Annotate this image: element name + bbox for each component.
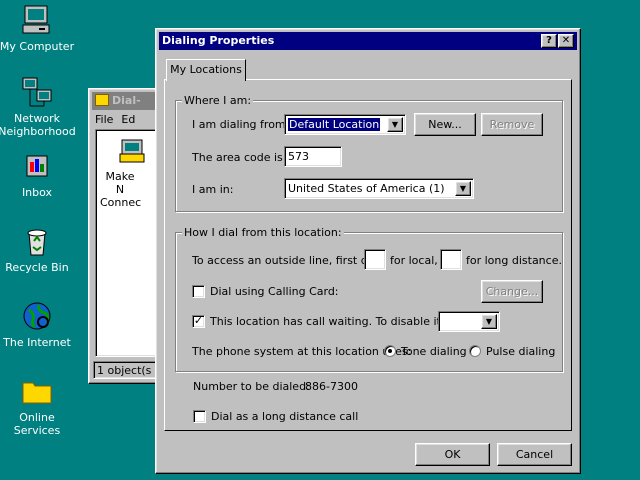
call-waiting-combo[interactable]: ▼ (438, 311, 500, 332)
menu-bar: File Ed (95, 113, 143, 126)
desktop-icon-recycle-bin[interactable]: Recycle Bin (0, 225, 77, 274)
menu-edit[interactable]: Ed (121, 113, 135, 126)
pulse-dialing-radio[interactable] (469, 345, 481, 357)
local-prefix-input[interactable] (364, 249, 386, 270)
dialing-from-label: I am dialing from: (192, 118, 290, 131)
long-distance-label: for long distance. (466, 254, 562, 267)
where-i-am-legend: Where I am: (182, 94, 254, 107)
desktop-icon-inbox[interactable]: Inbox (0, 150, 77, 199)
call-waiting-checkbox[interactable]: ✓ (192, 315, 205, 328)
desktop-icon-label: Inbox (21, 186, 53, 199)
dialing-properties-dialog: Dialing Properties ? ✕ My Locations Wher… (155, 28, 581, 474)
desktop-icon-label: My Computer (0, 40, 75, 53)
tone-dialing-label: Tone dialing (401, 345, 467, 358)
dialup-folder-icon (95, 94, 109, 106)
help-icon: ? (546, 35, 552, 46)
desktop-icon-internet[interactable]: The Internet (0, 300, 77, 349)
internet-icon (21, 300, 53, 332)
make-connection-label: Make N Connec (100, 170, 142, 209)
desktop-icon-label: The Internet (3, 336, 71, 349)
tab-my-locations[interactable]: My Locations (166, 59, 246, 81)
number-to-dial-value: 886-7300 (305, 380, 358, 393)
dialog-titlebar[interactable]: Dialing Properties ? ✕ (159, 32, 577, 50)
desktop-icon-label: Recycle Bin (5, 261, 69, 274)
dialing-from-combo[interactable]: Default Location ▼ (284, 114, 406, 135)
chevron-down-icon[interactable]: ▼ (387, 117, 403, 132)
chevron-down-icon[interactable]: ▼ (481, 314, 497, 329)
pulse-dialing-label: Pulse dialing (486, 345, 556, 358)
menu-file[interactable]: File (95, 113, 113, 126)
long-distance-call-label: Dial as a long distance call (211, 410, 359, 423)
network-icon (21, 76, 53, 108)
country-combo[interactable]: United States of America (1) ▼ (284, 178, 474, 199)
tone-dialing-radio[interactable] (384, 345, 396, 357)
close-button[interactable]: ✕ (558, 34, 574, 48)
my-computer-icon (21, 4, 53, 36)
cancel-button[interactable]: Cancel (497, 443, 572, 466)
tab-panel: Where I am: I am dialing from: Default L… (164, 79, 572, 431)
desktop-icon-my-computer[interactable]: My Computer (0, 4, 77, 53)
calling-card-checkbox[interactable] (192, 285, 205, 298)
chevron-down-icon[interactable]: ▼ (455, 181, 471, 196)
inbox-icon (21, 150, 53, 182)
desktop-icon-network[interactable]: Network Neighborhood (0, 76, 77, 138)
make-connection-icon[interactable] (116, 138, 148, 166)
desktop-icon-label: Network Neighborhood (0, 112, 76, 138)
calling-card-label: Dial using Calling Card: (210, 285, 339, 298)
remove-location-button[interactable]: Remove (481, 113, 543, 136)
how-i-dial-group: How I dial from this location: To access… (175, 226, 563, 372)
window-title: Dial- (92, 92, 164, 110)
area-code-label: The area code is: (192, 151, 287, 164)
ok-button[interactable]: OK (415, 443, 490, 466)
call-waiting-label: This location has call waiting. To disab… (210, 315, 472, 328)
phone-system-label: The phone system at this location uses: (192, 345, 412, 358)
desktop-icon-label: Online Services (13, 411, 61, 437)
long-distance-prefix-input[interactable] (440, 249, 462, 270)
country-value: United States of America (1) (288, 182, 445, 195)
help-button[interactable]: ? (541, 34, 557, 48)
where-i-am-group: Where I am: I am dialing from: Default L… (175, 94, 563, 212)
country-label: I am in: (192, 183, 234, 196)
dialing-from-value: Default Location (288, 118, 381, 131)
new-location-button[interactable]: New... (414, 113, 476, 136)
close-icon: ✕ (561, 35, 571, 46)
local-label: for local, (390, 254, 438, 267)
folder-icon (21, 375, 53, 407)
change-calling-card-button[interactable]: Change... (481, 280, 543, 303)
recycle-bin-icon (21, 225, 53, 257)
how-i-dial-legend: How I dial from this location: (182, 226, 344, 239)
desktop-icon-online-services[interactable]: Online Services (0, 375, 77, 437)
area-code-input[interactable]: 573 (284, 146, 342, 167)
long-distance-checkbox[interactable] (193, 410, 206, 423)
outside-line-label: To access an outside line, first dial: (192, 254, 385, 267)
number-to-dial-label: Number to be dialed: (193, 380, 310, 393)
dialog-title: Dialing Properties (162, 34, 275, 47)
